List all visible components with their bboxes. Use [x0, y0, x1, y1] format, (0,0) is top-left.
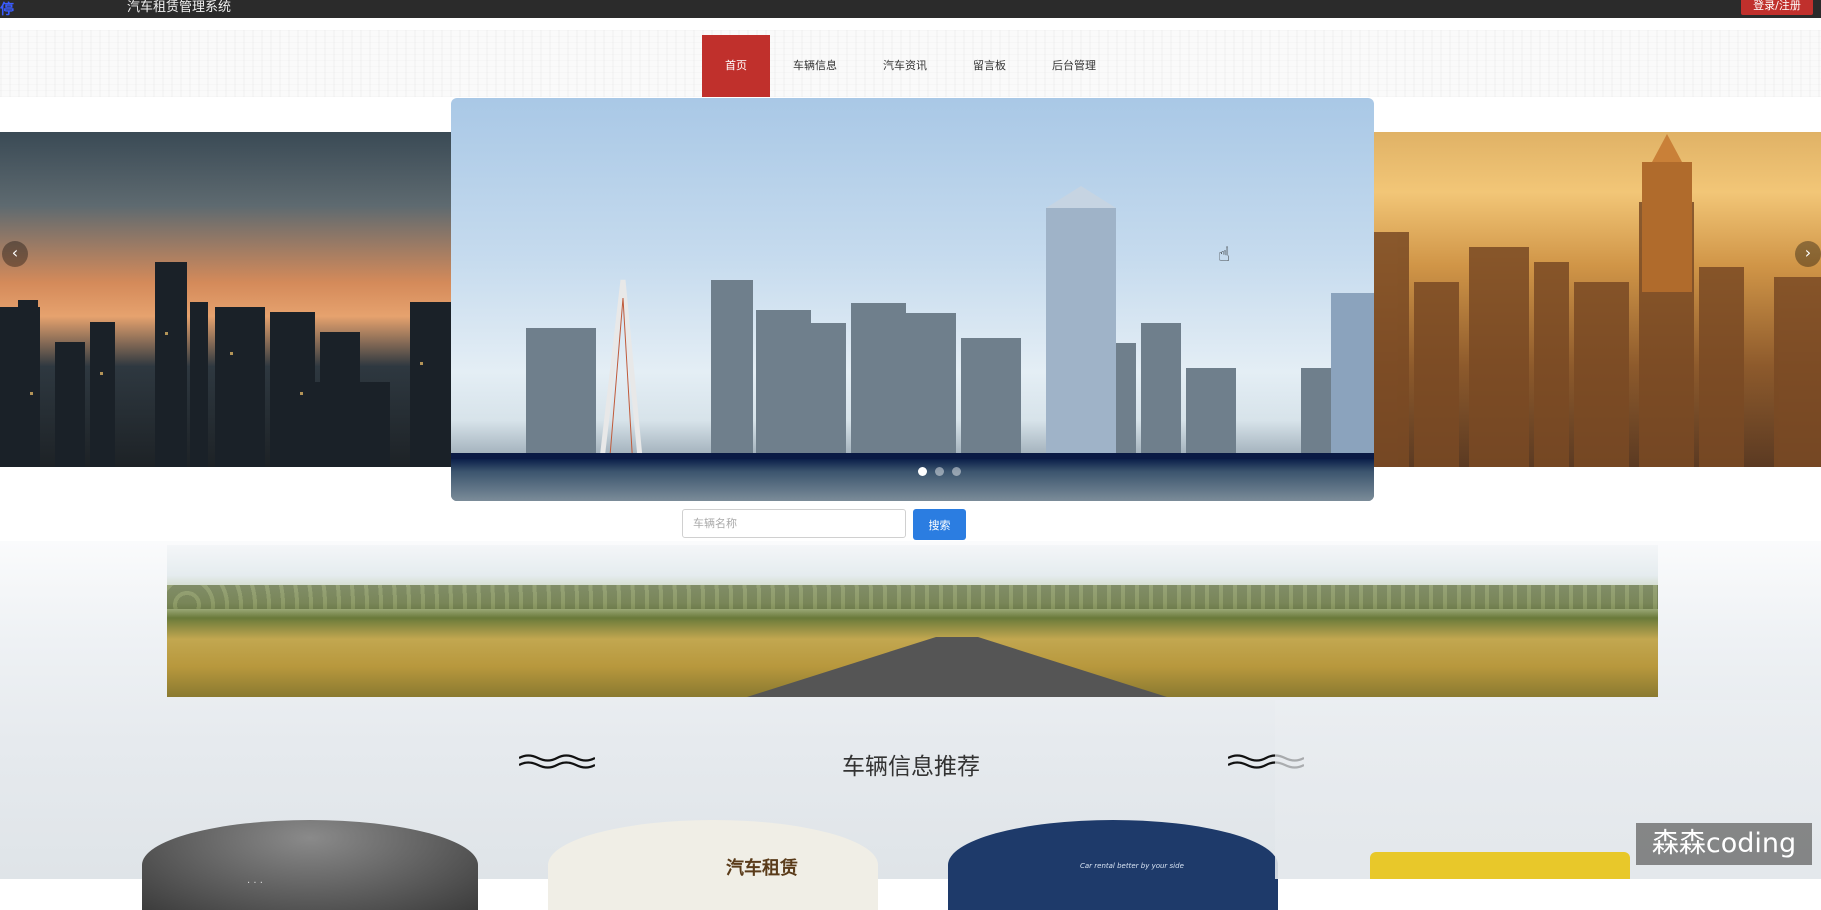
- golden-city-image: [1374, 134, 1821, 467]
- road-surface: [747, 637, 1167, 697]
- carousel-prev-button[interactable]: ‹: [2, 241, 28, 267]
- nav-item-car-news[interactable]: 汽车资讯: [860, 35, 950, 97]
- vehicle-card-2-caption: 汽车租赁: [726, 858, 798, 879]
- carousel-indicators: [918, 467, 961, 476]
- vehicle-card-1-caption: · · ·: [247, 878, 263, 889]
- nav-item-message-board[interactable]: 留言板: [950, 35, 1029, 97]
- hand-cursor-icon: ☝: [1218, 242, 1231, 266]
- section-title: 车辆信息推荐: [842, 754, 980, 780]
- carousel-dot-2[interactable]: [935, 467, 944, 476]
- carousel-next-slide[interactable]: [1374, 132, 1821, 467]
- night-city-image: [0, 262, 451, 467]
- treeline: [167, 585, 1658, 609]
- system-title: 汽车租赁管理系统: [127, 0, 232, 15]
- carousel-prev-slide[interactable]: [0, 132, 451, 467]
- nav-item-home[interactable]: 首页: [702, 35, 770, 97]
- search-button[interactable]: 搜索: [913, 509, 966, 540]
- nav-bar: 首页 车辆信息 汽车资讯 留言板 后台管理: [0, 30, 1821, 97]
- top-bar: 停 汽车租赁管理系统 登录/注册: [0, 0, 1821, 18]
- main-nav: 首页 车辆信息 汽车资讯 留言板 后台管理: [702, 35, 1119, 97]
- carousel-dot-3[interactable]: [952, 467, 961, 476]
- vehicle-name-search-input[interactable]: [682, 509, 906, 538]
- vehicle-card-1[interactable]: · · ·: [142, 820, 478, 910]
- vehicle-card-2[interactable]: 汽车租赁: [548, 820, 878, 910]
- watermark: 森森coding: [1636, 823, 1812, 865]
- city-skyline-image: [451, 186, 1374, 473]
- wave-left-icon: [519, 754, 595, 769]
- carousel-next-button[interactable]: ›: [1795, 241, 1821, 267]
- vehicle-card-3-caption: Car rental better by your side: [1080, 862, 1184, 870]
- water-reflection: [451, 459, 1374, 501]
- carousel-dot-1[interactable]: [918, 467, 927, 476]
- carousel-active-slide[interactable]: [451, 98, 1374, 501]
- vehicle-card-3[interactable]: Car rental better by your side: [948, 820, 1278, 910]
- login-register-button[interactable]: 登录/注册: [1741, 0, 1813, 15]
- vehicle-card-4[interactable]: [1370, 852, 1630, 879]
- nav-item-admin[interactable]: 后台管理: [1029, 35, 1119, 97]
- corner-glyph: 停: [0, 2, 14, 18]
- road-banner-image: [167, 545, 1658, 697]
- nav-item-vehicle-info[interactable]: 车辆信息: [770, 35, 860, 97]
